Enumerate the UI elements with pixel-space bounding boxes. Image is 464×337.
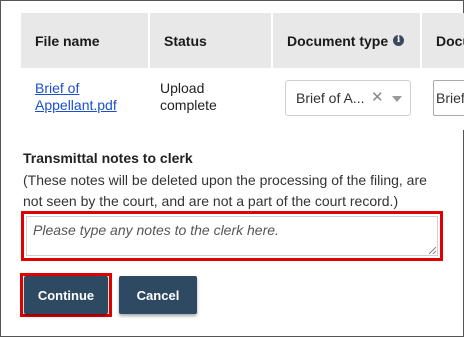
column-header-file-name[interactable]: File name <box>21 13 148 68</box>
column-header-document-type[interactable]: Document type i <box>271 13 420 68</box>
document-type-select[interactable]: Brief of A... ✕ <box>285 80 411 116</box>
document-extra-select[interactable]: Brief <box>433 80 464 116</box>
column-header-document-extra[interactable]: Docu <box>420 13 464 68</box>
continue-button[interactable]: Continue <box>24 276 108 314</box>
clear-icon[interactable]: ✕ <box>371 88 384 106</box>
notes-title: Transmittal notes to clerk <box>23 150 193 166</box>
info-icon[interactable]: i <box>393 35 405 46</box>
table-row: Brief of Appellant.pdf Upload complete B… <box>21 68 464 130</box>
column-header-status[interactable]: Status <box>148 13 271 68</box>
files-table: File name Status Document type i Docu Br… <box>21 13 464 130</box>
cancel-button[interactable]: Cancel <box>119 276 197 314</box>
table-header: File name Status Document type i Docu <box>21 13 464 68</box>
resize-grip-icon[interactable] <box>429 247 436 254</box>
chevron-down-icon[interactable] <box>392 96 402 102</box>
file-name-link[interactable]: Brief of Appellant.pdf <box>35 80 135 114</box>
upload-status: Upload complete <box>160 80 217 113</box>
notes-help-text: (These notes will be deleted upon the pr… <box>23 172 427 209</box>
document-extra-value: Brief <box>436 90 464 106</box>
document-type-value: Brief of A... <box>296 90 365 106</box>
notes-textarea[interactable] <box>26 216 438 256</box>
column-header-document-type-label: Document type <box>287 32 389 49</box>
notes-highlight <box>21 211 443 261</box>
